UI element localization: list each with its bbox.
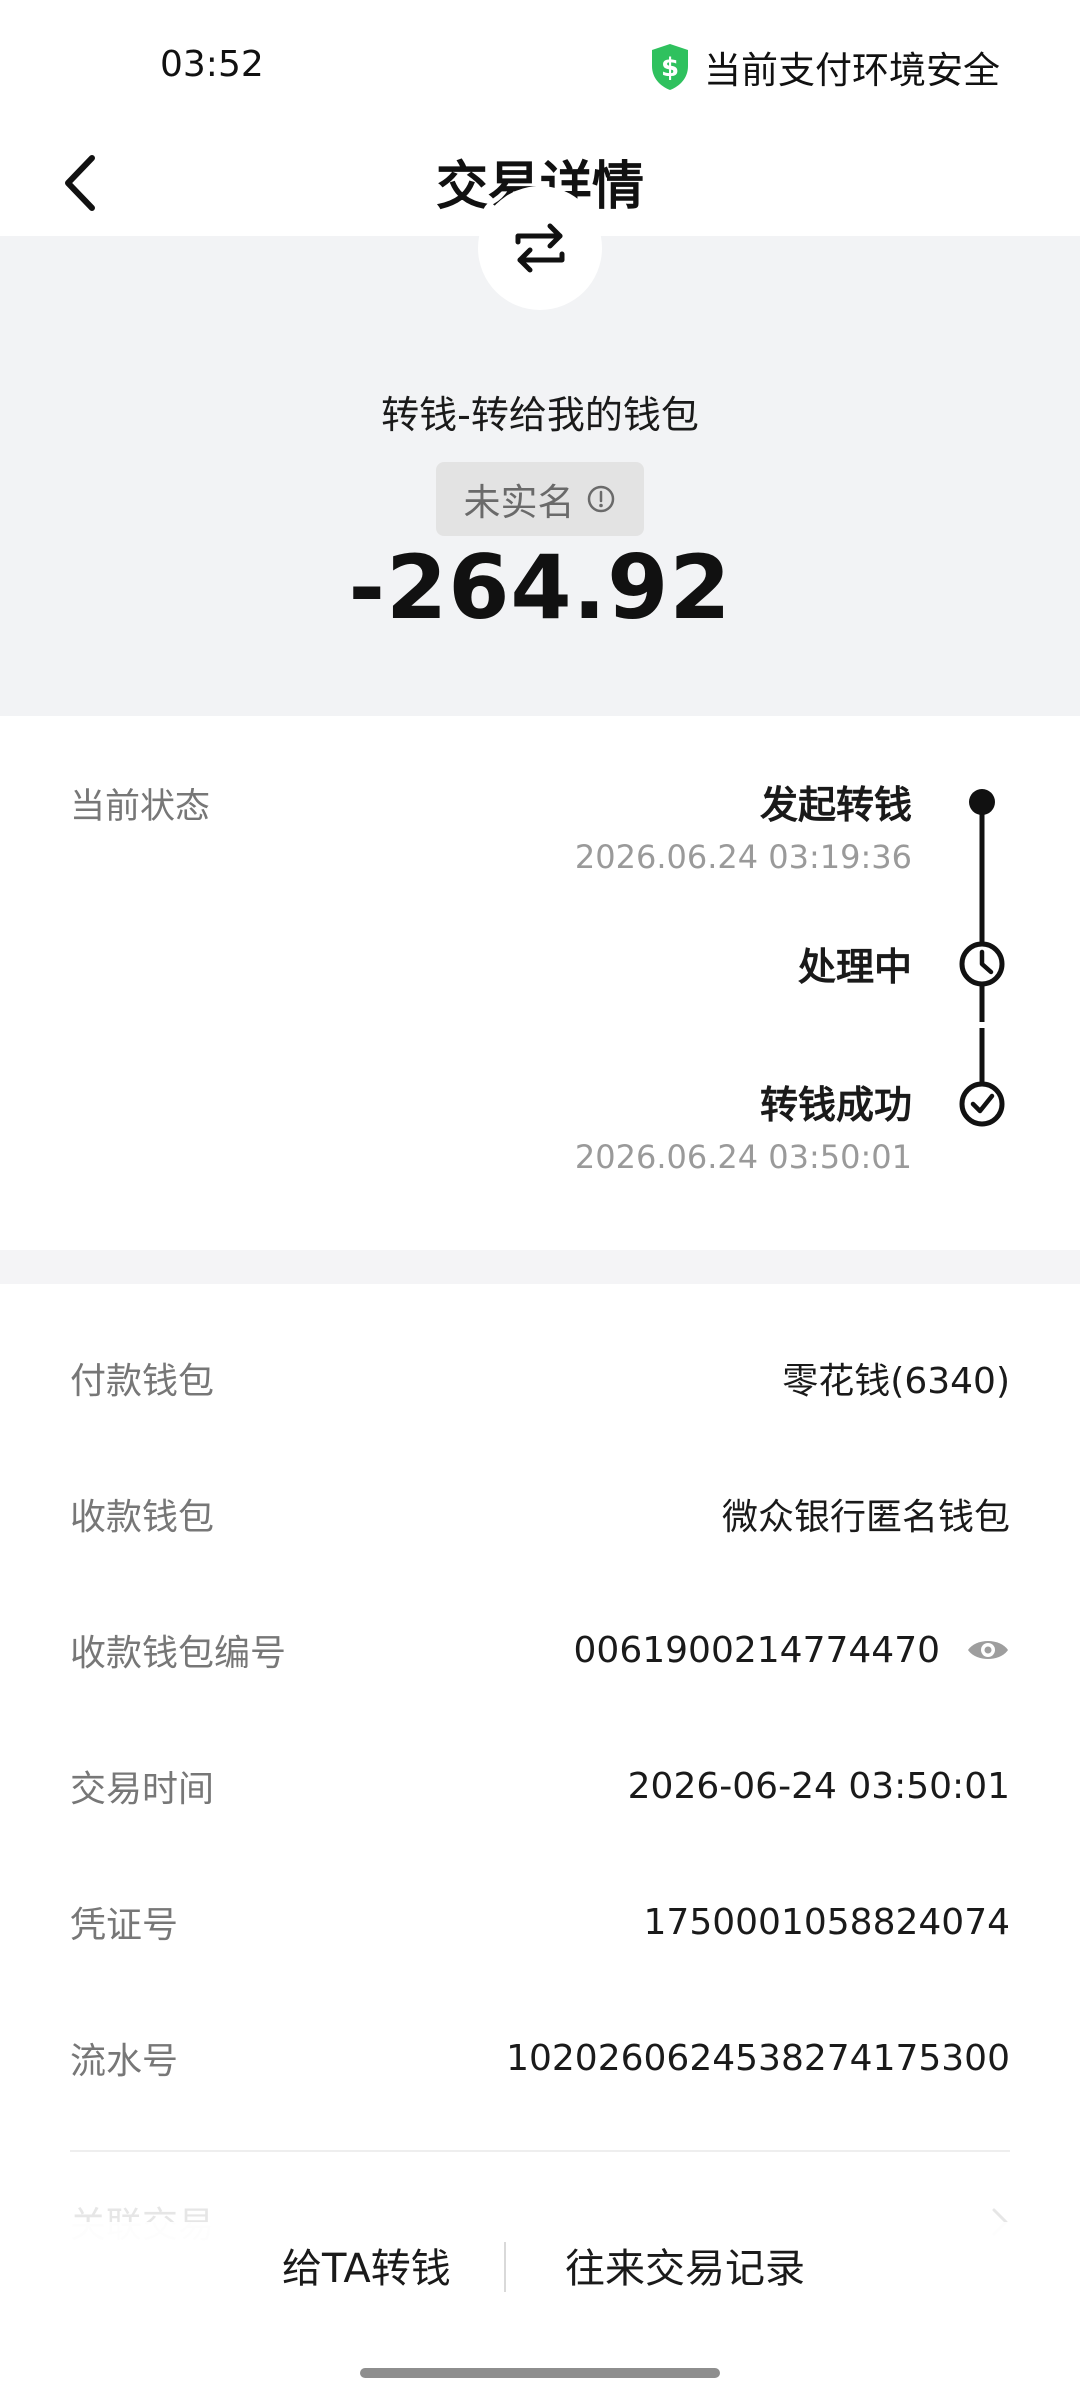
svg-text:$: $ [661, 53, 679, 83]
payer-wallet-value: 零花钱(6340) [782, 1361, 1010, 1402]
transaction-amount: -264.92 [348, 536, 732, 639]
check-circle-icon [959, 1081, 1005, 1127]
info-icon [587, 485, 614, 513]
row-separator [70, 2150, 1010, 2152]
serial-number-value: 10202606245382741753​00 [506, 2037, 1010, 2079]
step-success-title: 转钱成功 [759, 1083, 912, 1127]
step-processing-title: 处理中 [797, 945, 912, 989]
home-indicator[interactable] [360, 2368, 720, 2378]
shield-dollar-icon: $ [652, 44, 688, 90]
counterparty-name: 转钱-转给我的钱包 [381, 393, 699, 437]
voucher-number-label: 凭证号 [70, 1905, 179, 1946]
transaction-time-label: 交易时间 [70, 1769, 215, 1810]
clock-icon [959, 941, 1005, 987]
transaction-type-icon-wrapper [478, 186, 602, 310]
voucher-number-value: 1750001058824074 [643, 1901, 1010, 1943]
dot-icon [969, 789, 995, 815]
section-divider [0, 1250, 1080, 1284]
eye-icon[interactable] [966, 1635, 1010, 1665]
payee-wallet-label: 收款钱包 [70, 1497, 215, 1538]
payer-wallet-label: 付款钱包 [70, 1361, 215, 1402]
status-timeline: 当前状态 发起转钱 2026.06.24 03:19:36 处理中 转钱成功 2… [0, 716, 1080, 1250]
detail-row-transaction-time: 交易时间 2026-06-24 03:50:01 [70, 1746, 1010, 1826]
transfer-arrows-icon [515, 223, 565, 273]
status-time: 03:52 [160, 44, 264, 85]
transaction-history-button[interactable]: 往来交易记录 [565, 2230, 805, 2300]
detail-row-serial-number: 流水号 10202606245382741753​00 [70, 2018, 1010, 2098]
transaction-summary: 转钱-转给我的钱包 未实名 -264.92 [0, 186, 1080, 716]
payment-security-indicator: $ 当前支付环境安全 [648, 40, 1000, 94]
timeline-graphic [959, 789, 1005, 1127]
security-text: 当前支付环境安全 [704, 49, 1000, 92]
step-initiated-time: 2026.06.24 03:19:36 [574, 838, 912, 876]
step-initiated-title: 发起转钱 [759, 783, 912, 827]
unverified-tag[interactable]: 未实名 [436, 462, 644, 536]
payee-wallet-number: 0061900214774470 [574, 1630, 1010, 1671]
serial-number-label: 流水号 [70, 2041, 179, 2082]
payee-wallet-number-label: 收款钱包编号 [70, 1633, 287, 1674]
action-divider [504, 2242, 506, 2292]
status-label: 当前状态 [70, 787, 211, 827]
transfer-to-them-button[interactable]: 给TA转钱 [282, 2230, 451, 2300]
unverified-tag-label: 未实名 [463, 481, 575, 524]
payee-wallet-value: 微众银行匿名钱包 [721, 1497, 1010, 1538]
status-bar: 03:52 $ 当前支付环境安全 [0, 0, 1080, 130]
payee-wallet-number-value: 0061900214774470 [573, 1629, 940, 1671]
detail-row-voucher-number: 凭证号 1750001058824074 [70, 1882, 1010, 1962]
bottom-action-bar: 给TA转钱 往来交易记录 [0, 2222, 1080, 2312]
detail-row-payee-wallet-number: 收款钱包编号 0061900214774470 [70, 1610, 1010, 1690]
transaction-detail-page: 03:52 $ 当前支付环境安全 交易详情 转钱-转给我的钱包 [0, 0, 1080, 2400]
transaction-time-value: 2026-06-24 03:50:01 [627, 1765, 1010, 1807]
detail-row-payer-wallet: 付款钱包 零花钱(6340) [70, 1338, 1010, 1418]
detail-row-payee-wallet: 收款钱包 微众银行匿名钱包 [70, 1474, 1010, 1554]
step-success-time: 2026.06.24 03:50:01 [574, 1138, 912, 1176]
